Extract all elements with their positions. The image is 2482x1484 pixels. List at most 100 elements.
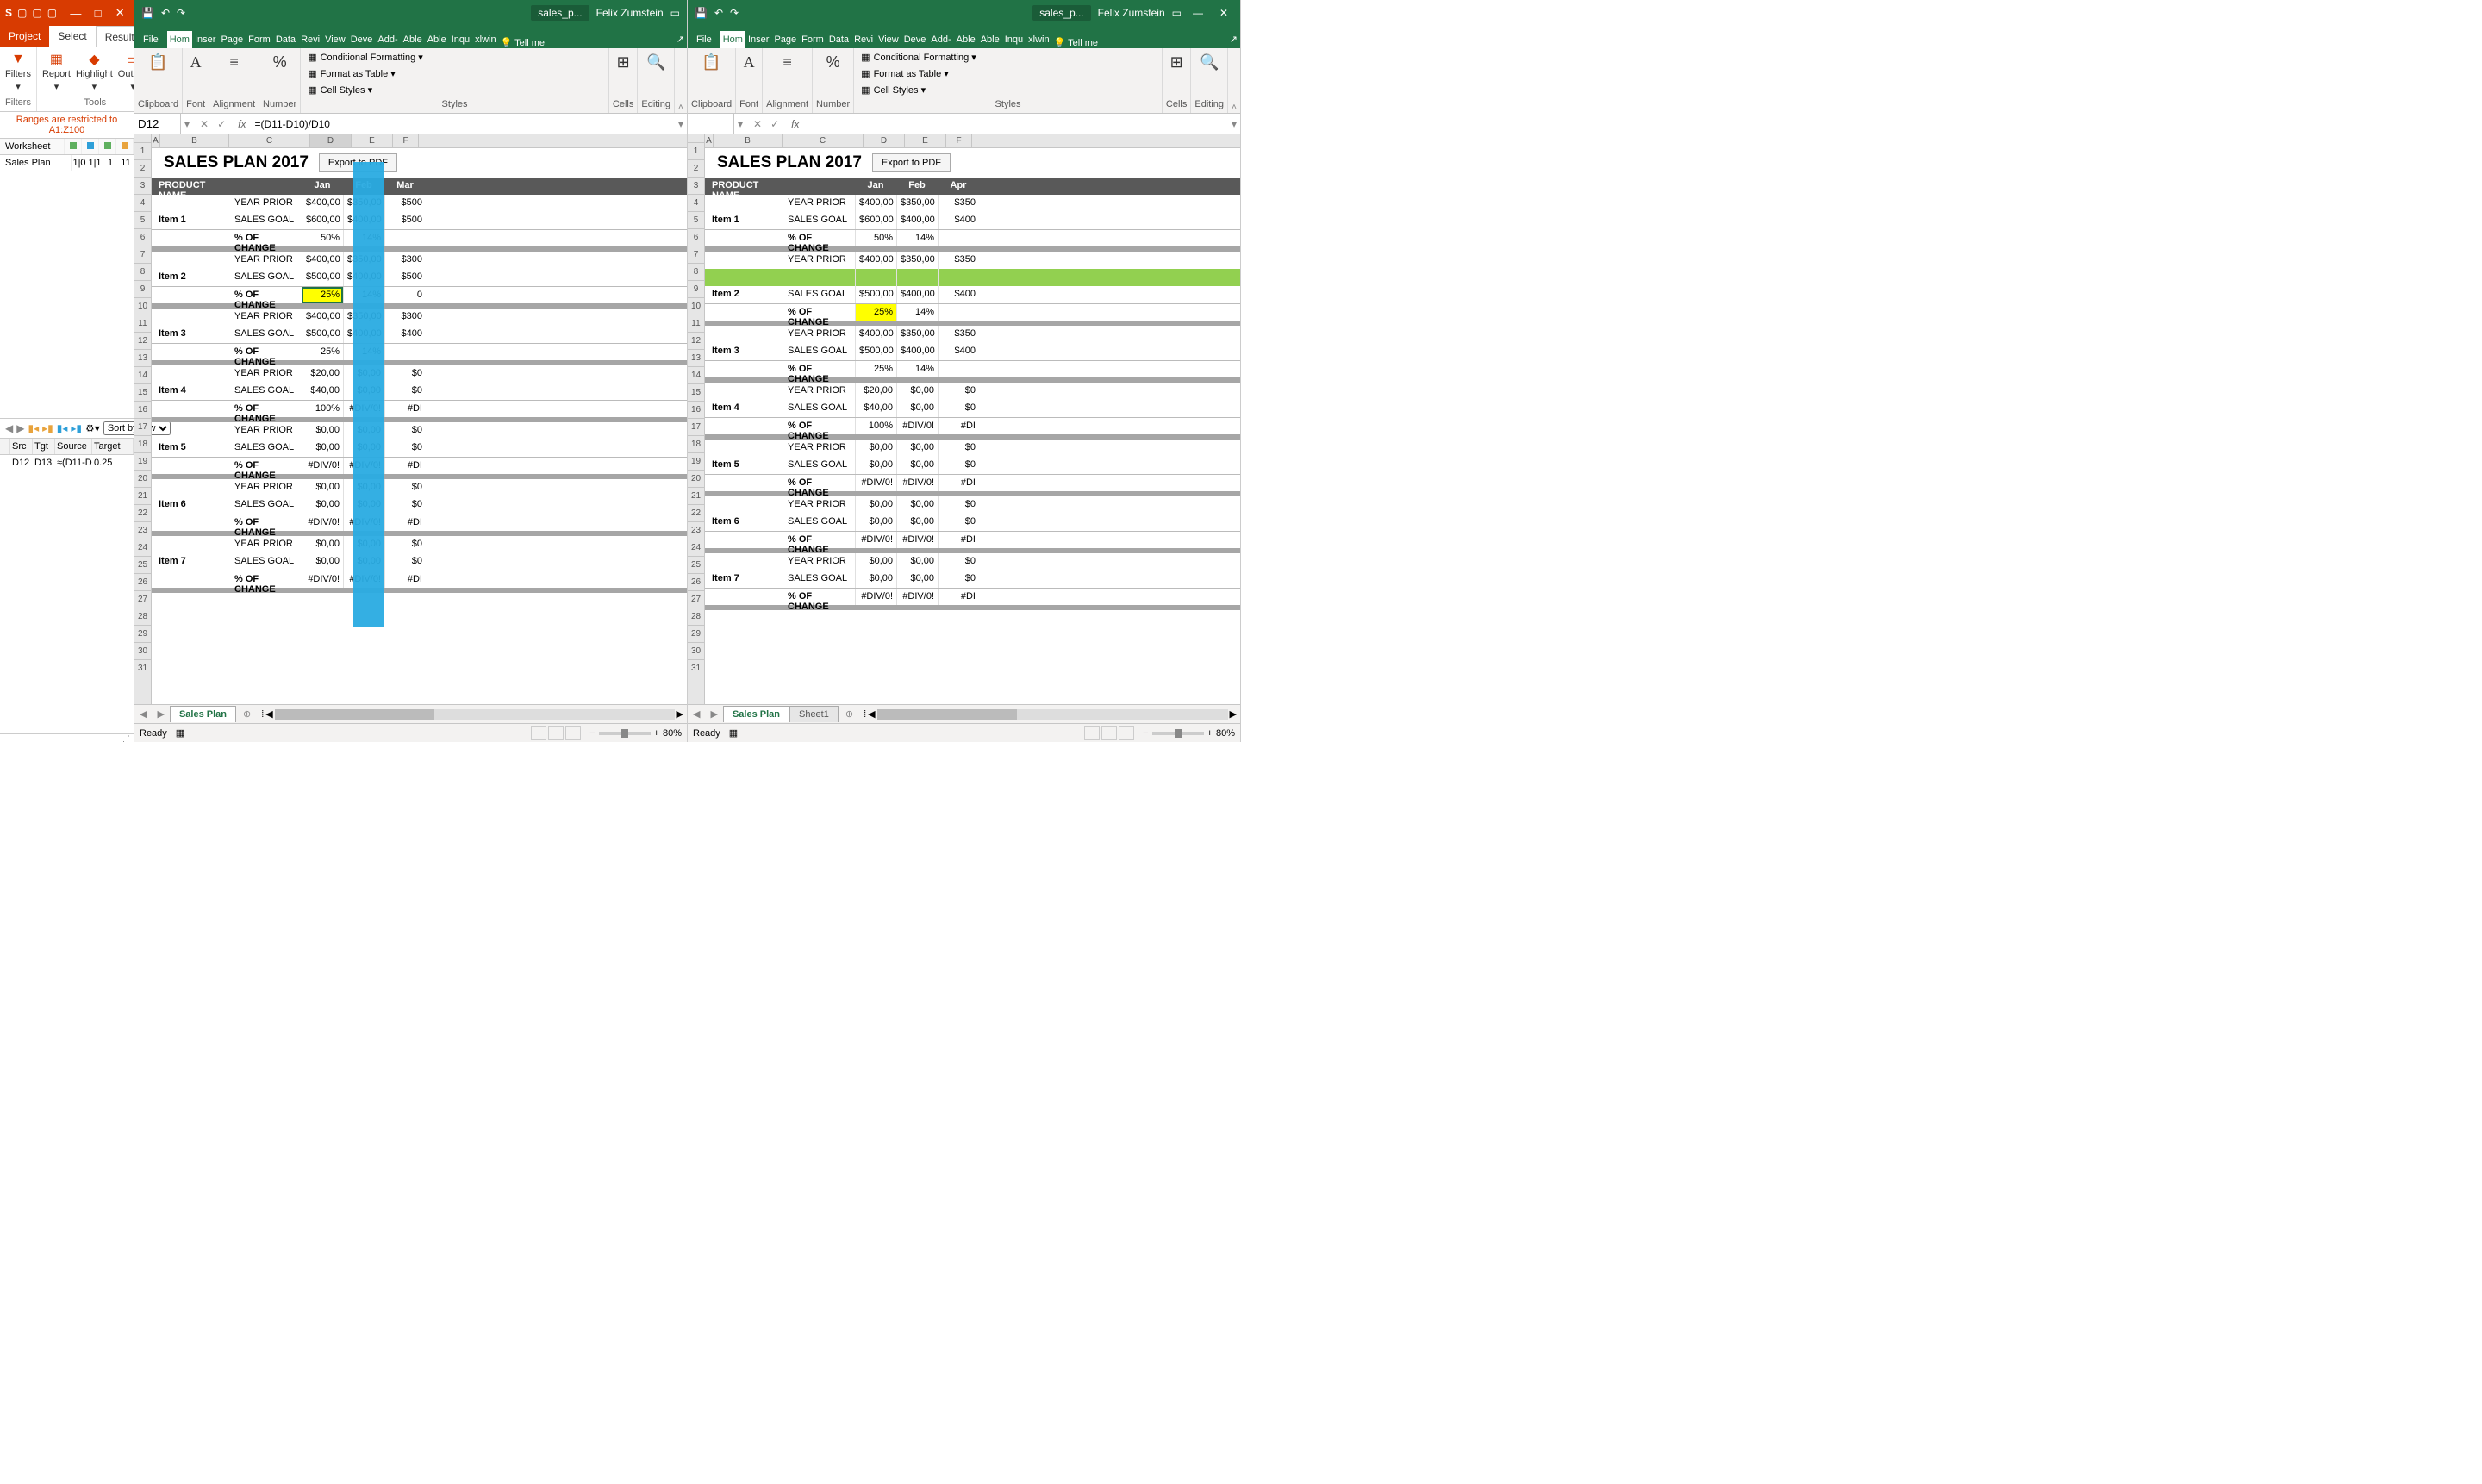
add-sheet-button[interactable]: ⊕ — [236, 708, 258, 720]
sheet-tab-sheet1[interactable]: Sheet1 — [789, 706, 839, 722]
font-icon[interactable]: A — [190, 53, 202, 72]
row-header[interactable]: 21 — [688, 488, 704, 505]
ribbon-tab-revi[interactable]: Revi — [298, 31, 322, 48]
doc-icon[interactable]: ▢ — [47, 7, 57, 19]
zoom-level[interactable]: 80% — [1216, 728, 1235, 739]
report-button[interactable]: ▦Report▾ — [42, 52, 71, 92]
cancel-formula-icon[interactable]: ✕ — [200, 118, 209, 130]
row-header[interactable]: 5 — [134, 212, 151, 229]
ribbon-tab-data[interactable]: Data — [273, 31, 298, 48]
ribbon-tab-xlwin[interactable]: xlwin — [472, 31, 498, 48]
percent-icon[interactable]: % — [273, 53, 287, 72]
cancel-formula-icon[interactable]: ✕ — [753, 118, 762, 130]
row-header[interactable]: 1 — [134, 143, 151, 160]
tab-select[interactable]: Select — [49, 26, 95, 47]
accept-formula-icon[interactable]: ✓ — [217, 118, 226, 130]
row-header[interactable]: 27 — [134, 591, 151, 608]
redo-icon[interactable]: ↷ — [177, 7, 185, 19]
cells-icon[interactable]: ⊞ — [1170, 53, 1183, 72]
redo-icon[interactable]: ↷ — [730, 7, 739, 19]
row-header[interactable]: 1 — [688, 143, 704, 160]
row-header[interactable]: 21 — [134, 488, 151, 505]
user-icon[interactable]: ▭ — [1172, 7, 1182, 19]
row-header[interactable]: 3 — [688, 178, 704, 195]
row-header[interactable]: 29 — [688, 626, 704, 643]
row-header[interactable]: 4 — [688, 195, 704, 212]
row-header[interactable]: 28 — [688, 608, 704, 626]
add-sheet-button[interactable]: ⊕ — [839, 708, 860, 720]
sheet-nav-next[interactable]: ▶ — [705, 708, 722, 720]
row-header[interactable]: 4 — [134, 195, 151, 212]
row-header[interactable]: 14 — [134, 367, 151, 384]
row-header[interactable]: 7 — [134, 246, 151, 264]
view-layout[interactable] — [1101, 726, 1117, 740]
zoom-in[interactable]: + — [1207, 728, 1213, 739]
ribbon-tab-able[interactable]: Able — [425, 31, 449, 48]
name-box[interactable] — [138, 117, 177, 130]
ribbon-tab-view[interactable]: View — [322, 31, 348, 48]
ribbon-tab-form[interactable]: Form — [799, 31, 826, 48]
row-header[interactable]: 22 — [134, 505, 151, 522]
paste-icon[interactable]: 📋 — [702, 53, 720, 72]
row-header[interactable]: 18 — [134, 436, 151, 453]
editing-icon[interactable]: 🔍 — [646, 53, 665, 72]
tell-me[interactable]: 💡 Tell me — [501, 37, 545, 48]
cell-styles-button[interactable]: ▦ Cell Styles ▾ — [857, 83, 929, 97]
formula-bar[interactable]: =(D11-D10)/D10 — [252, 118, 675, 130]
editing-icon[interactable]: 🔍 — [1200, 53, 1219, 72]
ribbon-tab-data[interactable]: Data — [826, 31, 851, 48]
zoom-out[interactable]: − — [589, 728, 595, 739]
font-icon[interactable]: A — [744, 53, 755, 72]
row-header[interactable]: 18 — [688, 436, 704, 453]
tell-me[interactable]: 💡 Tell me — [1054, 37, 1098, 48]
view-layout[interactable] — [548, 726, 564, 740]
row-header[interactable]: 10 — [688, 298, 704, 315]
row-header[interactable]: 14 — [688, 367, 704, 384]
worksheet-row[interactable]: Sales Plan 1|0 1|1 1 11 — [0, 155, 134, 171]
row-header[interactable]: 5 — [688, 212, 704, 229]
row-header[interactable]: 15 — [688, 384, 704, 402]
sheet-tab-salesplan[interactable]: Sales Plan — [723, 706, 789, 722]
row-header[interactable]: 25 — [134, 557, 151, 574]
row-header[interactable]: 22 — [688, 505, 704, 522]
row-header[interactable]: 16 — [688, 402, 704, 419]
row-header[interactable]: 9 — [688, 281, 704, 298]
row-header[interactable]: 23 — [688, 522, 704, 539]
minimize-button[interactable]: — — [67, 7, 84, 20]
row-header[interactable]: 23 — [134, 522, 151, 539]
row-header[interactable]: 13 — [688, 350, 704, 367]
minimize-button[interactable]: — — [1188, 7, 1207, 19]
accept-formula-icon[interactable]: ✓ — [770, 118, 779, 130]
ribbon-tab-able[interactable]: Able — [954, 31, 978, 48]
zoom-level[interactable]: 80% — [663, 728, 682, 739]
diff-row[interactable]: D12 D13 ≈(D11-D10)/D10 0.25 — [0, 455, 134, 471]
percent-icon[interactable]: % — [826, 53, 840, 72]
undo-icon[interactable]: ↶ — [161, 7, 170, 19]
zoom-slider[interactable] — [1152, 732, 1204, 735]
conditional-formatting-button[interactable]: ▦ Conditional Formatting ▾ — [304, 50, 427, 65]
zoom-in[interactable]: + — [654, 728, 659, 739]
row-header[interactable]: 6 — [688, 229, 704, 246]
ribbon-tab-page[interactable]: Page — [218, 31, 246, 48]
row-header[interactable]: 12 — [688, 333, 704, 350]
name-box[interactable] — [691, 117, 730, 130]
view-normal[interactable] — [1084, 726, 1100, 740]
align-icon[interactable]: ≡ — [783, 53, 792, 72]
layout-icon[interactable]: ▢ — [17, 7, 27, 19]
row-header[interactable]: 17 — [134, 419, 151, 436]
ribbon-tab-xlwin[interactable]: xlwin — [1026, 31, 1051, 48]
row-header[interactable]: 8 — [134, 264, 151, 281]
undo-icon[interactable]: ↶ — [714, 7, 723, 19]
ribbon-tab-form[interactable]: Form — [246, 31, 273, 48]
row-header[interactable]: 2 — [134, 160, 151, 178]
ribbon-tab-add-[interactable]: Add- — [928, 31, 953, 48]
close-button[interactable]: ✕ — [1214, 7, 1233, 19]
row-header[interactable]: 26 — [134, 574, 151, 591]
zoom-slider[interactable] — [599, 732, 651, 735]
nav-icon-1[interactable]: ▮◂ — [28, 422, 39, 434]
ribbon-tab-view[interactable]: View — [876, 31, 901, 48]
ribbon-tab-inser[interactable]: Inser — [745, 31, 771, 48]
row-header[interactable]: 17 — [688, 419, 704, 436]
row-header[interactable]: 8 — [688, 264, 704, 281]
macro-icon[interactable]: ▦ — [729, 727, 738, 739]
